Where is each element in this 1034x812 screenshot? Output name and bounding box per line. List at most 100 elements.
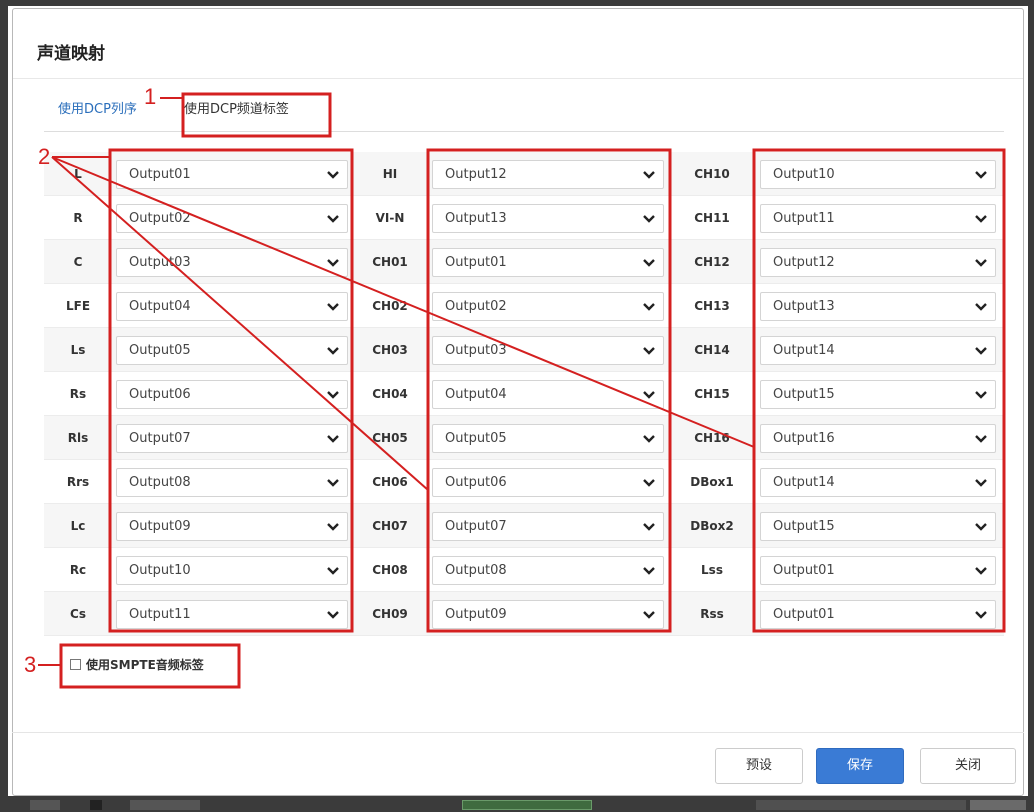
smpte-option[interactable]: 使用SMPTE音频标签 (70, 656, 204, 673)
background-status-indicator (462, 800, 592, 810)
output-select-value: Output07 (129, 431, 191, 446)
output-select-value: Output01 (773, 563, 835, 578)
background-taskbar-item (130, 800, 200, 810)
output-select[interactable]: Output09 (116, 512, 348, 541)
output-select[interactable]: Output13 (760, 292, 996, 321)
output-select-value: Output03 (129, 255, 191, 270)
output-select[interactable]: Output09 (432, 600, 664, 629)
table-row: Rls Output07 CH05 Output05 CH16 Output16 (44, 416, 1004, 460)
channel-label: CH14 (694, 343, 730, 357)
chevron-down-icon (327, 161, 339, 188)
output-select[interactable]: Output13 (432, 204, 664, 233)
chevron-down-icon (327, 513, 339, 540)
table-row: Rc Output10 CH08 Output08 Lss Output01 (44, 548, 1004, 592)
channel-label: Lss (701, 563, 723, 577)
table-row: Ls Output05 CH03 Output03 CH14 Output14 (44, 328, 1004, 372)
channel-label: DBox2 (690, 519, 734, 533)
output-select[interactable]: Output04 (116, 292, 348, 321)
output-select[interactable]: Output12 (760, 248, 996, 277)
channel-label: Rc (69, 563, 87, 577)
output-select[interactable]: Output15 (760, 380, 996, 409)
output-select[interactable]: Output01 (432, 248, 664, 277)
chevron-down-icon (975, 293, 987, 320)
channel-label: CH06 (372, 475, 408, 489)
output-select[interactable]: Output07 (432, 512, 664, 541)
channel-label: CH01 (372, 255, 408, 269)
output-select-value: Output04 (445, 387, 507, 402)
channel-label: CH13 (694, 299, 730, 313)
output-select[interactable]: Output08 (432, 556, 664, 585)
output-select[interactable]: Output11 (760, 204, 996, 233)
channel-label: CH04 (372, 387, 408, 401)
output-select-value: Output02 (129, 211, 191, 226)
output-select[interactable]: Output12 (432, 160, 664, 189)
output-select[interactable]: Output05 (116, 336, 348, 365)
output-select-value: Output15 (773, 387, 835, 402)
channel-label: CH11 (694, 211, 730, 225)
output-select-value: Output12 (773, 255, 835, 270)
channel-label: R (73, 211, 83, 225)
output-select[interactable]: Output16 (760, 424, 996, 453)
chevron-down-icon (327, 381, 339, 408)
output-select[interactable]: Output03 (432, 336, 664, 365)
output-select-value: Output11 (773, 211, 835, 226)
channel-label: CH10 (694, 167, 730, 181)
channel-label: LFE (65, 299, 91, 313)
output-select[interactable]: Output08 (116, 468, 348, 497)
preset-button[interactable]: 预设 (715, 748, 803, 784)
smpte-checkbox-label: 使用SMPTE音频标签 (86, 658, 204, 672)
save-button[interactable]: 保存 (816, 748, 904, 784)
output-select-value: Output05 (129, 343, 191, 358)
table-row: Cs Output11 CH09 Output09 Rss Output01 (44, 592, 1004, 636)
chevron-down-icon (643, 249, 655, 276)
background-taskbar-item (30, 800, 60, 810)
channel-label: CH05 (372, 431, 408, 445)
chevron-down-icon (643, 425, 655, 452)
channel-label: CH02 (372, 299, 408, 313)
output-select-value: Output07 (445, 519, 507, 534)
output-select[interactable]: Output02 (432, 292, 664, 321)
chevron-down-icon (975, 601, 987, 628)
channel-label: CH12 (694, 255, 730, 269)
chevron-down-icon (975, 249, 987, 276)
tab-dcp-column-order[interactable]: 使用DCP列序 (58, 98, 137, 117)
output-select[interactable]: Output14 (760, 468, 996, 497)
output-select-value: Output03 (445, 343, 507, 358)
output-select[interactable]: Output01 (760, 556, 996, 585)
background-clock-button (970, 800, 1026, 810)
output-select[interactable]: Output10 (760, 160, 996, 189)
output-select[interactable]: Output02 (116, 204, 348, 233)
table-row: Lc Output09 CH07 Output07 DBox2 Output15 (44, 504, 1004, 548)
output-select-value: Output14 (773, 475, 835, 490)
chevron-down-icon (327, 469, 339, 496)
chevron-down-icon (975, 161, 987, 188)
output-select[interactable]: Output14 (760, 336, 996, 365)
close-button[interactable]: 关闭 (920, 748, 1016, 784)
chevron-down-icon (643, 381, 655, 408)
chevron-down-icon (975, 425, 987, 452)
channel-label: VI-N (375, 211, 405, 225)
output-select-value: Output01 (445, 255, 507, 270)
output-select[interactable]: Output04 (432, 380, 664, 409)
checkbox-unchecked-icon[interactable] (70, 659, 81, 670)
output-select[interactable]: Output06 (432, 468, 664, 497)
output-select[interactable]: Output05 (432, 424, 664, 453)
output-select-value: Output08 (129, 475, 191, 490)
chevron-down-icon (643, 601, 655, 628)
output-select[interactable]: Output07 (116, 424, 348, 453)
output-select-value: Output12 (445, 167, 507, 182)
dialog-title: 声道映射 (37, 44, 105, 64)
channel-label: CH09 (372, 607, 408, 621)
channel-label: Rss (700, 607, 724, 621)
output-select[interactable]: Output11 (116, 600, 348, 629)
chevron-down-icon (975, 469, 987, 496)
output-select[interactable]: Output03 (116, 248, 348, 277)
background-taskbar-item (90, 800, 102, 810)
output-select[interactable]: Output01 (760, 600, 996, 629)
output-select[interactable]: Output10 (116, 556, 348, 585)
output-select[interactable]: Output01 (116, 160, 348, 189)
output-select[interactable]: Output06 (116, 380, 348, 409)
output-select[interactable]: Output15 (760, 512, 996, 541)
channel-label: CH15 (694, 387, 730, 401)
tab-dcp-channel-labels[interactable]: 使用DCP频道标签 (184, 98, 289, 117)
